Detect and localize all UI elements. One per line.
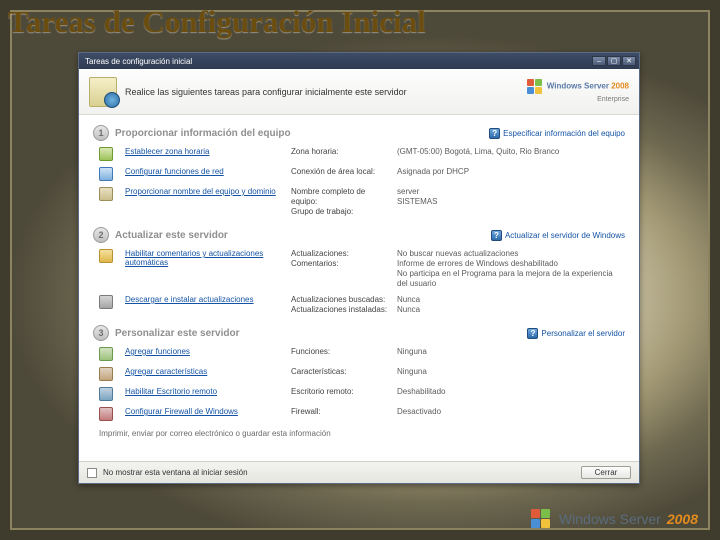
task-link[interactable]: Habilitar Escritorio remoto <box>125 387 285 396</box>
row-icon <box>99 147 113 161</box>
minimize-button[interactable]: – <box>592 56 606 66</box>
task-link[interactable]: Configurar Firewall de Windows <box>125 407 285 416</box>
help-icon: ? <box>489 128 500 139</box>
section-title: Personalizar este servidor <box>115 328 521 339</box>
row-icon <box>99 367 113 381</box>
config-row: Agregar características Características:… <box>93 365 625 385</box>
row-icon <box>99 167 113 181</box>
task-link[interactable]: Descargar e instalar actualizaciones <box>125 295 285 304</box>
task-value: Ninguna <box>397 367 625 377</box>
task-link[interactable]: Configurar funciones de red <box>125 167 285 176</box>
section-header: 1 Proporcionar información del equipo ?E… <box>93 125 625 141</box>
task-link[interactable]: Proporcionar nombre del equipo y dominio <box>125 187 285 196</box>
task-label: Actualizaciones:Comentarios: <box>291 249 391 269</box>
row-icon <box>99 249 113 263</box>
task-value: Desactivado <box>397 407 625 417</box>
task-value: Deshabilitado <box>397 387 625 397</box>
help-icon: ? <box>491 230 502 241</box>
task-label: Características: <box>291 367 391 377</box>
section-help-link[interactable]: ?Actualizar el servidor de Windows <box>491 230 625 241</box>
task-label: Conexión de área local: <box>291 167 391 177</box>
slide-title: Tareas de Configuración Inicial <box>8 4 426 40</box>
config-row: Configurar funciones de red Conexión de … <box>93 165 625 185</box>
row-icon <box>99 295 113 309</box>
slide-brand-footer: Windows Server2008 <box>531 509 698 528</box>
task-link[interactable]: Habilitar comentarios y actualizaciones … <box>125 249 285 267</box>
task-value: No buscar nuevas actualizacionesInforme … <box>397 249 625 289</box>
task-label: Zona horaria: <box>291 147 391 157</box>
row-icon <box>99 387 113 401</box>
task-label: Actualizaciones buscadas:Actualizaciones… <box>291 295 391 315</box>
task-value: serverSISTEMAS <box>397 187 625 207</box>
footer-bar: No mostrar esta ventana al iniciar sesió… <box>79 461 639 483</box>
titlebar[interactable]: Tareas de configuración inicial – ▢ ✕ <box>79 53 639 69</box>
config-window: Tareas de configuración inicial – ▢ ✕ Re… <box>78 52 640 484</box>
section-number-icon: 3 <box>93 325 109 341</box>
row-icon <box>99 347 113 361</box>
config-row: Descargar e instalar actualizaciones Act… <box>93 293 625 319</box>
section-title: Proporcionar información del equipo <box>115 128 483 139</box>
config-row: Habilitar Escritorio remoto Escritorio r… <box>93 385 625 405</box>
content-area: 1 Proporcionar información del equipo ?E… <box>79 115 639 461</box>
section-number-icon: 1 <box>93 125 109 141</box>
banner: Realice las siguientes tareas para confi… <box>79 69 639 115</box>
banner-text: Realice las siguientes tareas para confi… <box>125 87 519 97</box>
task-label: Firewall: <box>291 407 391 417</box>
window-title: Tareas de configuración inicial <box>82 57 592 66</box>
product-brand: Windows Server 2008 Enterprise <box>527 79 629 104</box>
windows-flag-icon <box>531 509 550 528</box>
task-label: Nombre completo de equipo:Grupo de traba… <box>291 187 391 217</box>
windows-flag-icon <box>527 79 542 94</box>
section-title: Actualizar este servidor <box>115 230 485 241</box>
dont-show-checkbox[interactable] <box>87 468 97 478</box>
close-footer-button[interactable]: Cerrar <box>581 466 631 479</box>
section-help-link[interactable]: ?Especificar información del equipo <box>489 128 625 139</box>
config-row: Proporcionar nombre del equipo y dominio… <box>93 185 625 221</box>
close-button[interactable]: ✕ <box>622 56 636 66</box>
task-link[interactable]: Agregar funciones <box>125 347 285 356</box>
section-help-link[interactable]: ?Personalizar el servidor <box>527 328 625 339</box>
maximize-button[interactable]: ▢ <box>607 56 621 66</box>
task-value: NuncaNunca <box>397 295 625 315</box>
task-label: Escritorio remoto: <box>291 387 391 397</box>
config-row: Habilitar comentarios y actualizaciones … <box>93 247 625 293</box>
task-link[interactable]: Agregar características <box>125 367 285 376</box>
config-row: Configurar Firewall de Windows Firewall:… <box>93 405 625 425</box>
section-header: 3 Personalizar este servidor ?Personaliz… <box>93 325 625 341</box>
task-value: (GMT-05:00) Bogotá, Lima, Quito, Rio Bra… <box>397 147 625 157</box>
section-header: 2 Actualizar este servidor ?Actualizar e… <box>93 227 625 243</box>
config-row: Agregar funciones Funciones: Ninguna <box>93 345 625 365</box>
task-label: Funciones: <box>291 347 391 357</box>
row-icon <box>99 407 113 421</box>
task-link[interactable]: Establecer zona horaria <box>125 147 285 156</box>
section-number-icon: 2 <box>93 227 109 243</box>
task-value: Ninguna <box>397 347 625 357</box>
config-row: Establecer zona horaria Zona horaria: (G… <box>93 145 625 165</box>
server-config-icon <box>89 77 117 107</box>
help-icon: ? <box>527 328 538 339</box>
row-icon <box>99 187 113 201</box>
print-hint[interactable]: Imprimir, enviar por correo electrónico … <box>93 425 625 438</box>
dont-show-label: No mostrar esta ventana al iniciar sesió… <box>103 468 248 477</box>
task-value: Asignada por DHCP <box>397 167 625 177</box>
